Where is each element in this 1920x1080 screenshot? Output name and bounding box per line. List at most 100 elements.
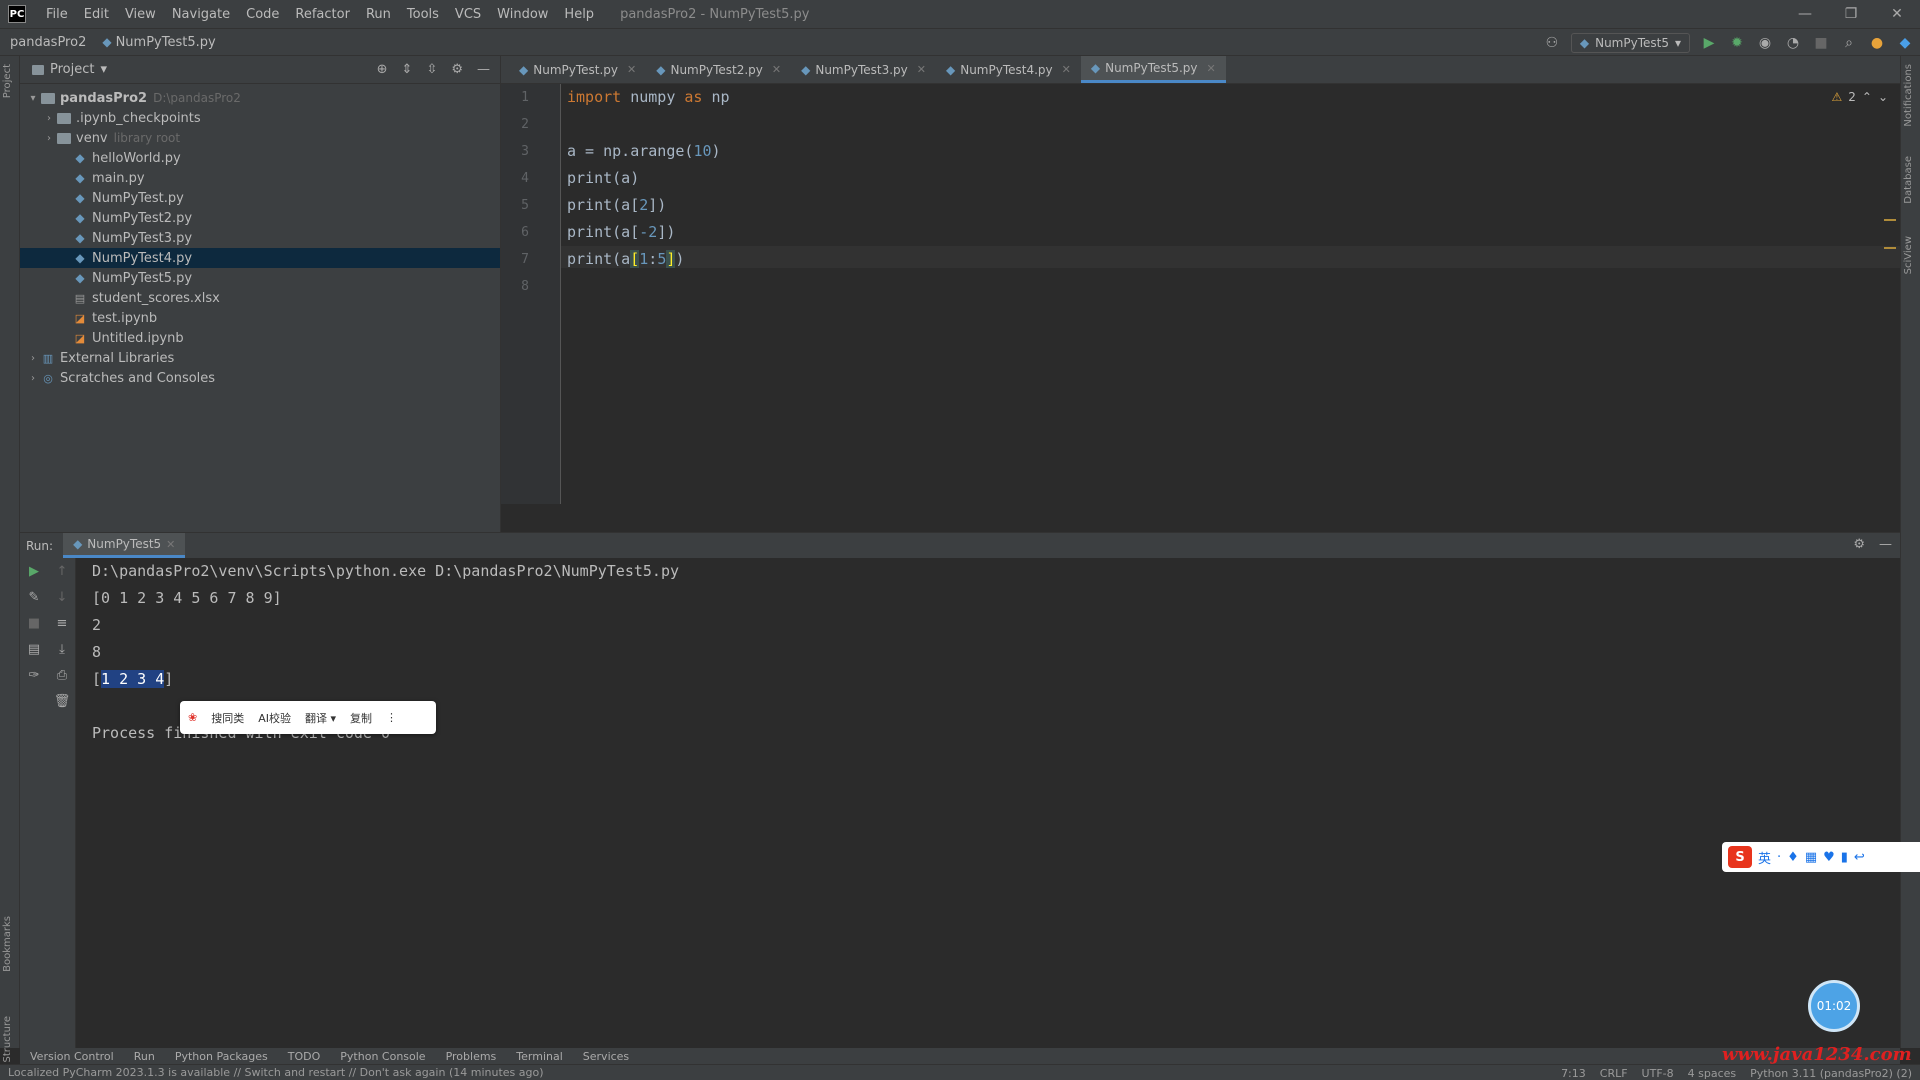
arrow-down-icon[interactable]: ↓ <box>48 584 76 610</box>
menu-code[interactable]: Code <box>238 7 287 22</box>
menu-file[interactable]: File <box>38 7 76 22</box>
layout-icon[interactable]: ▤ <box>20 636 48 662</box>
close-window-button[interactable]: ✕ <box>1874 0 1920 28</box>
collapse-all-icon[interactable]: ⇕ <box>402 62 413 77</box>
tree-item[interactable]: ▤ student_scores.xlsx <box>20 288 500 308</box>
profile-icon[interactable]: ◔ <box>1784 34 1802 52</box>
trash-icon[interactable]: 🗑 <box>48 688 76 714</box>
minimize-button[interactable]: — <box>1782 0 1828 28</box>
stop-icon[interactable]: ■ <box>20 610 48 636</box>
tool-window-button[interactable]: Services <box>583 1050 629 1063</box>
editor-tab[interactable]: ◆ NumPyTest.py ✕ <box>509 56 646 83</box>
tree-item[interactable]: ◆ helloWorld.py <box>20 148 500 168</box>
menu-navigate[interactable]: Navigate <box>164 7 238 22</box>
status-widget[interactable]: UTF-8 <box>1642 1067 1674 1080</box>
tree-item[interactable]: ◆ NumPyTest5.py <box>20 268 500 288</box>
user-icon[interactable]: ⚇ <box>1543 34 1561 52</box>
ime-button[interactable]: · <box>1777 850 1781 865</box>
notifications-tool-button[interactable]: Notifications <box>1903 64 1914 127</box>
tree-item[interactable]: ◆ NumPyTest.py <box>20 188 500 208</box>
tool-window-button[interactable]: Run <box>134 1050 155 1063</box>
soft-wrap-icon[interactable]: ≡ <box>48 610 76 636</box>
maximize-button[interactable]: ❐ <box>1828 0 1874 28</box>
bookmarks-tool-button[interactable]: Bookmarks <box>2 916 13 972</box>
status-widget[interactable]: CRLF <box>1600 1067 1628 1080</box>
expand-all-icon[interactable]: ⇳ <box>426 62 437 77</box>
stop-icon[interactable]: ■ <box>1812 34 1830 52</box>
tree-item[interactable]: ◪ test.ipynb <box>20 308 500 328</box>
status-message[interactable]: Localized PyCharm 2023.1.3 is available … <box>8 1066 544 1079</box>
run-console[interactable]: D:\pandasPro2\venv\Scripts\python.exe D:… <box>76 558 1900 1048</box>
menu-window[interactable]: Window <box>489 7 556 22</box>
menu-help[interactable]: Help <box>556 7 602 22</box>
status-widget[interactable]: 4 spaces <box>1688 1067 1737 1080</box>
run-icon[interactable]: ▶ <box>1700 34 1718 52</box>
close-icon[interactable]: ✕ <box>1062 63 1071 76</box>
ime-button[interactable]: ↩ <box>1854 850 1865 865</box>
code-editor[interactable]: 1 2 3 4 5 6 7 8 import numpy as np a = np.arange… <box>501 84 1900 504</box>
chevron-right-icon[interactable]: › <box>26 353 40 364</box>
close-icon[interactable]: ✕ <box>627 63 636 76</box>
wrench-icon[interactable]: ✎ <box>20 584 48 610</box>
warning-scroll-marker[interactable] <box>1884 247 1896 249</box>
print-icon[interactable]: ⎙ <box>48 662 76 688</box>
tree-item[interactable]: › .ipynb_checkpoints <box>20 108 500 128</box>
tool-window-button[interactable]: Terminal <box>516 1050 563 1063</box>
tree-item[interactable]: ◆ main.py <box>20 168 500 188</box>
popup-action[interactable]: 复制 <box>350 710 372 726</box>
locate-icon[interactable]: ⊕ <box>377 62 388 77</box>
run-configuration-select[interactable]: ◆ NumPyTest5 ▾ <box>1570 33 1690 53</box>
editor-tab[interactable]: ◆ NumPyTest4.py ✕ <box>936 56 1081 83</box>
ime-button[interactable]: ▮ <box>1841 850 1848 865</box>
ime-button[interactable]: ▦ <box>1805 850 1817 865</box>
tree-item[interactable]: ◆ NumPyTest3.py <box>20 228 500 248</box>
structure-tool-button[interactable]: Structure <box>2 1016 13 1063</box>
editor-tab[interactable]: ◆ NumPyTest3.py ✕ <box>791 56 936 83</box>
tree-item[interactable]: ◪ Untitled.ipynb <box>20 328 500 348</box>
menu-run[interactable]: Run <box>358 7 399 22</box>
ime-button[interactable]: 英 <box>1758 848 1771 867</box>
tool-window-button[interactable]: Python Console <box>340 1050 425 1063</box>
hide-icon[interactable]: — <box>477 62 490 77</box>
chevron-up-icon[interactable]: ⌃ <box>1862 90 1872 104</box>
run-tab[interactable]: ◆ NumPyTest5 ✕ <box>63 533 186 558</box>
tree-item[interactable]: › ◎ Scratches and Consoles <box>20 368 500 388</box>
chevron-down-icon[interactable]: ⌄ <box>1878 90 1888 104</box>
ime-button[interactable]: ♦ <box>1787 850 1799 865</box>
tree-item[interactable]: ◆ NumPyTest2.py <box>20 208 500 228</box>
debug-icon[interactable]: ✹ <box>1728 34 1746 52</box>
database-tool-button[interactable]: Database <box>1903 156 1914 204</box>
arrow-up-icon[interactable]: ↑ <box>48 558 76 584</box>
menu-edit[interactable]: Edit <box>76 7 117 22</box>
tree-item[interactable]: ◆ NumPyTest4.py <box>20 248 500 268</box>
close-icon[interactable]: ✕ <box>1207 62 1216 75</box>
tool-window-button[interactable]: TODO <box>288 1050 321 1063</box>
chevron-down-icon[interactable]: ▾ <box>100 62 107 77</box>
chevron-right-icon[interactable]: › <box>26 373 40 384</box>
jetbrains-logo-icon[interactable]: ◆ <box>1896 34 1914 52</box>
sogou-logo-icon[interactable]: S <box>1728 846 1752 868</box>
project-tool-button[interactable]: Project <box>2 64 13 98</box>
tool-window-button[interactable]: Python Packages <box>175 1050 268 1063</box>
popup-action[interactable]: ⋮ <box>386 711 397 724</box>
chevron-right-icon[interactable]: › <box>42 133 56 144</box>
breadcrumb-file[interactable]: ◆ NumPyTest5.py <box>92 35 221 50</box>
menu-vcs[interactable]: VCS <box>447 7 489 22</box>
menu-refactor[interactable]: Refactor <box>287 7 358 22</box>
menu-tools[interactable]: Tools <box>399 7 447 22</box>
sciview-tool-button[interactable]: SciView <box>1903 236 1914 274</box>
coverage-icon[interactable]: ◉ <box>1756 34 1774 52</box>
rerun-icon[interactable]: ▶ <box>20 558 48 584</box>
gear-icon[interactable]: ⚙ <box>451 62 463 77</box>
tree-item[interactable]: ▾ pandasPro2 D:\pandasPro2 <box>20 88 500 108</box>
breadcrumb-project[interactable]: pandasPro2 <box>0 35 92 50</box>
status-widget[interactable]: 7:13 <box>1561 1067 1586 1080</box>
popup-action[interactable]: 搜同类 <box>211 710 244 726</box>
close-icon[interactable]: ✕ <box>772 63 781 76</box>
hide-icon[interactable]: — <box>1879 537 1892 552</box>
tree-item[interactable]: › venv library root <box>20 128 500 148</box>
search-icon[interactable]: ⌕ <box>1840 34 1858 52</box>
editor-tab[interactable]: ◆ NumPyTest5.py ✕ <box>1080 56 1226 83</box>
close-icon[interactable]: ✕ <box>166 538 175 551</box>
tree-item[interactable]: › ▥ External Libraries <box>20 348 500 368</box>
